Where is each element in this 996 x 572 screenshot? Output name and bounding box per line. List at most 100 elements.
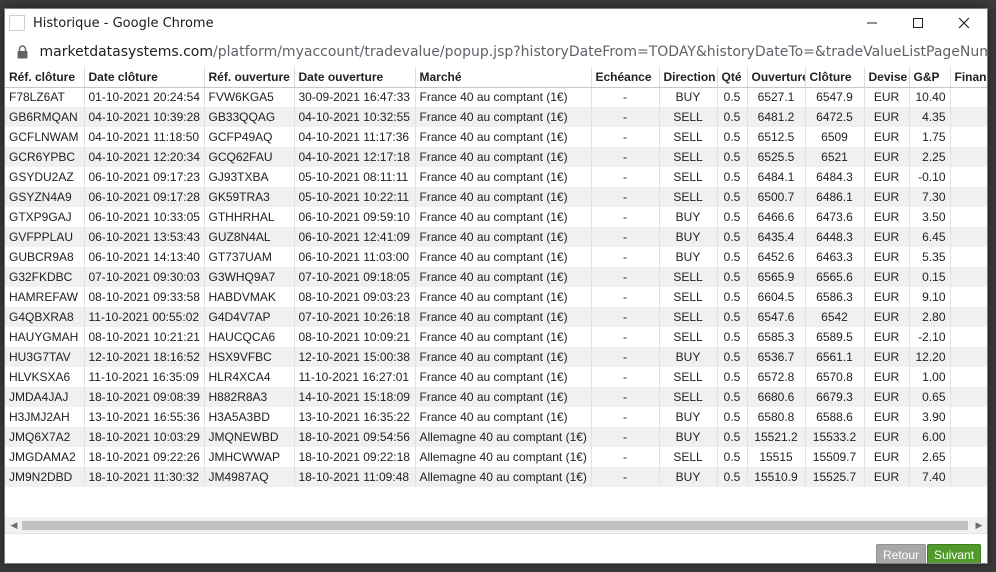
- table-row[interactable]: JM9N2DBD 18-10-2021 11:30:32 JM4987AQ 18-10…: [5, 467, 987, 487]
- table-cell: 06-10-2021 09:17:28: [84, 187, 205, 207]
- table-cell: BUY: [659, 347, 718, 367]
- table-row[interactable]: F78LZ6AT 01-10-2021 20:24:54 FVW6KGA5 30-09…: [5, 87, 987, 107]
- table-cell: GB33QQAG: [204, 107, 295, 127]
- column-header[interactable]: Devise: [864, 67, 910, 88]
- table-cell: -: [591, 207, 660, 227]
- table-cell: 18-10-2021 11:30:32: [84, 467, 205, 487]
- table-cell: 04-10-2021 11:18:50: [84, 127, 205, 147]
- next-button[interactable]: Suivant: [927, 544, 982, 563]
- table-cell: EUR: [864, 447, 910, 467]
- table-cell: GUBCR9A8: [5, 247, 85, 267]
- table-cell: SELL: [659, 167, 718, 187]
- table-cell: 04-10-2021 12:20:34: [84, 147, 205, 167]
- table-row[interactable]: GB6RMQAN 04-10-2021 10:39:28 GB33QQAG 04-10…: [5, 107, 987, 127]
- table-cell: France 40 au comptant (1€): [415, 307, 592, 327]
- table-cell: France 40 au comptant (1€): [415, 247, 592, 267]
- address-bar[interactable]: marketdatasystems.com/platform/myaccount…: [5, 37, 987, 67]
- table-cell: 14-10-2021 15:18:09: [294, 387, 416, 407]
- table-row[interactable]: HLVKSXA6 11-10-2021 16:35:09 HLR4XCA4 11-10…: [5, 367, 987, 387]
- title-bar[interactable]: Historique - Google Chrome: [5, 9, 987, 37]
- scrollbar-thumb[interactable]: [22, 521, 968, 530]
- scroll-left-arrow[interactable]: ◀: [8, 519, 20, 531]
- column-header[interactable]: Date ouverture: [294, 67, 416, 88]
- table-cell: 07-10-2021 10:26:18: [294, 307, 416, 327]
- table-row[interactable]: JMGDAMA2 18-10-2021 09:22:26 JMHCWWAP 18-10…: [5, 447, 987, 467]
- table-cell: BUY: [659, 227, 718, 247]
- popup-window: Historique - Google Chrome marketdatasys…: [4, 8, 988, 564]
- table-row[interactable]: HU3G7TAV 12-10-2021 18:16:52 HSX9VFBC 12-10…: [5, 347, 987, 367]
- table-cell: 0.5: [717, 227, 748, 247]
- column-header[interactable]: Finan: [950, 67, 987, 88]
- table-cell: 0.5: [717, 367, 748, 387]
- url-text[interactable]: marketdatasystems.com/platform/myaccount…: [40, 44, 987, 60]
- trade-history-table-container[interactable]: Réf. clôture Date clôture Réf. ouverture Da…: [5, 67, 987, 513]
- table-cell: 6525.5: [747, 147, 806, 167]
- column-header[interactable]: Ouverture: [747, 67, 806, 88]
- horizontal-scrollbar[interactable]: ◀ ▶: [5, 517, 987, 533]
- table-cell: -: [591, 187, 660, 207]
- table-row[interactable]: JMDA4JAJ 18-10-2021 09:08:39 H882R8A3 14-10…: [5, 387, 987, 407]
- table-cell: 3.90: [909, 407, 951, 427]
- table-row[interactable]: GTXP9GAJ 06-10-2021 10:33:05 GTHHRHAL 06-10…: [5, 207, 987, 227]
- column-header[interactable]: Réf. ouverture: [204, 67, 295, 88]
- table-cell: 06-10-2021 14:13:40: [84, 247, 205, 267]
- table-cell: EUR: [864, 307, 910, 327]
- column-header[interactable]: Marché: [415, 67, 592, 88]
- table-row[interactable]: GUBCR9A8 06-10-2021 14:13:40 GT737UAM 06-10…: [5, 247, 987, 267]
- minimize-button[interactable]: [849, 9, 895, 37]
- column-header[interactable]: Date clôture: [84, 67, 205, 88]
- close-button[interactable]: [941, 9, 987, 37]
- table-cell: EUR: [864, 367, 910, 387]
- column-header[interactable]: Direction: [659, 67, 718, 88]
- table-cell: 18-10-2021 11:09:48: [294, 467, 416, 487]
- table-cell: 07-10-2021 09:18:05: [294, 267, 416, 287]
- table-row[interactable]: GCR6YPBC 04-10-2021 12:20:34 GCQ62FAU 04-10…: [5, 147, 987, 167]
- table-cell: FVW6KGA5: [204, 87, 295, 107]
- table-cell: 1.00: [909, 367, 951, 387]
- table-row[interactable]: JMQ6X7A2 18-10-2021 10:03:29 JMQNEWBD 18-10…: [5, 427, 987, 447]
- table-row[interactable]: H3JMJ2AH 13-10-2021 16:55:36 H3A5A3BD 13-10…: [5, 407, 987, 427]
- table-row[interactable]: GSYDU2AZ 06-10-2021 09:17:23 GJ93TXBA 05-10…: [5, 167, 987, 187]
- table-row[interactable]: GCFLNWAM 04-10-2021 11:18:50 GCFP49AQ 04-10…: [5, 127, 987, 147]
- table-row[interactable]: HAMREFAW 08-10-2021 09:33:58 HABDVMAK 08-10…: [5, 287, 987, 307]
- table-cell: -: [591, 167, 660, 187]
- table-cell: 6521: [805, 147, 865, 167]
- table-row[interactable]: G32FKDBC 07-10-2021 09:30:03 G3WHQ9A7 07-10…: [5, 267, 987, 287]
- maximize-button[interactable]: [895, 9, 941, 37]
- table-cell: 12-10-2021 15:00:38: [294, 347, 416, 367]
- table-row[interactable]: GVFPPLAU 06-10-2021 13:53:43 GUZ8N4AL 06-10…: [5, 227, 987, 247]
- column-header[interactable]: Réf. clôture: [5, 67, 85, 88]
- table-cell: GCFLNWAM: [5, 127, 85, 147]
- table-cell: G32FKDBC: [5, 267, 85, 287]
- table-row[interactable]: HAUYGMAH 08-10-2021 10:21:21 HAUCQCA6 08-10…: [5, 327, 987, 347]
- table-cell: G3WHQ9A7: [204, 267, 295, 287]
- window-controls: [849, 9, 987, 37]
- table-cell: EUR: [864, 427, 910, 447]
- table-cell: BUY: [659, 407, 718, 427]
- column-header[interactable]: Qté: [717, 67, 748, 88]
- table-row[interactable]: G4QBXRA8 11-10-2021 00:55:02 G4D4V7AP 07-10…: [5, 307, 987, 327]
- table-cell: G4QBXRA8: [5, 307, 85, 327]
- table-row[interactable]: GSYZN4A9 06-10-2021 09:17:28 GK59TRA3 05-10…: [5, 187, 987, 207]
- table-cell: 6448.3: [805, 227, 865, 247]
- table-cell: -0.10: [909, 167, 951, 187]
- table-cell: Allemagne 40 au comptant (1€): [415, 447, 592, 467]
- scroll-right-arrow[interactable]: ▶: [973, 519, 985, 531]
- table-cell: France 40 au comptant (1€): [415, 267, 592, 287]
- table-cell: 6463.3: [805, 247, 865, 267]
- table-cell: HABDVMAK: [204, 287, 295, 307]
- column-header[interactable]: Echéance: [591, 67, 660, 88]
- back-button[interactable]: Retour: [876, 544, 927, 563]
- table-cell: SELL: [659, 327, 718, 347]
- column-header[interactable]: G&P: [909, 67, 951, 88]
- close-icon: [958, 17, 970, 29]
- table-cell: 0.15: [909, 267, 951, 287]
- column-header[interactable]: Clôture: [805, 67, 865, 88]
- table-cell: 12-10-2021 18:16:52: [84, 347, 205, 367]
- table-cell: [950, 207, 987, 227]
- table-cell: BUY: [659, 207, 718, 227]
- table-cell: 0.5: [717, 167, 748, 187]
- minimize-icon: [867, 22, 877, 24]
- table-cell: SELL: [659, 387, 718, 407]
- table-cell: 04-10-2021 11:17:36: [294, 127, 416, 147]
